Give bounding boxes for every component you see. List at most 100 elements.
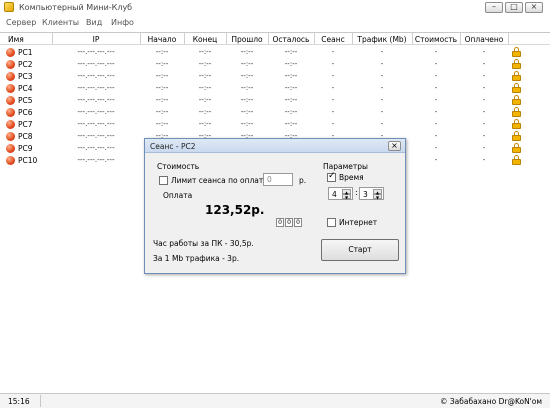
rate-traffic-note: За 1 Mb трафика - 3р. <box>153 254 240 263</box>
col-end[interactable]: Конец <box>184 35 226 44</box>
lock-icon[interactable] <box>512 71 521 81</box>
spin-down-icon[interactable]: ▼ <box>373 194 382 200</box>
table-row[interactable]: PC3 ---.---.---.--- --:-- --:-- --:-- --… <box>0 70 550 82</box>
spin-down-icon[interactable]: ▼ <box>342 194 351 200</box>
maximize-button[interactable]: □ <box>505 2 523 13</box>
table-row[interactable]: PC7 ---.---.---.--- --:-- --:-- --:-- --… <box>0 118 550 130</box>
col-ip[interactable]: IP <box>52 35 140 44</box>
table-row[interactable]: PC1 ---.---.---.--- --:-- --:-- --:-- --… <box>0 46 550 58</box>
cell-start: --:-- <box>155 120 169 128</box>
cell-cost: - <box>434 156 438 164</box>
mini-button-2[interactable]: 0 <box>285 218 293 227</box>
limit-checkbox[interactable] <box>159 176 168 185</box>
lock-icon[interactable] <box>512 143 521 153</box>
table-row[interactable]: PC2 ---.---.---.--- --:-- --:-- --:-- --… <box>0 58 550 70</box>
cell-elapsed: --:-- <box>240 60 254 68</box>
cell-elapsed: --:-- <box>240 120 254 128</box>
cell-ip: ---.---.---.--- <box>77 132 115 140</box>
cell-cost: - <box>434 120 438 128</box>
payment-amount: 123,52р. <box>205 203 265 217</box>
pc-name: PC2 <box>18 60 33 69</box>
menu-clients[interactable]: Клиенты <box>42 18 79 27</box>
col-elapsed[interactable]: Прошло <box>226 35 268 44</box>
cell-start: --:-- <box>155 48 169 56</box>
pc-name: PC9 <box>18 144 33 153</box>
cell-paid: - <box>482 84 486 92</box>
close-button[interactable]: × <box>525 2 543 13</box>
cell-session: - <box>331 48 335 56</box>
lock-icon[interactable] <box>512 131 521 141</box>
pc-status-icon <box>6 108 15 117</box>
cell-elapsed: --:-- <box>240 84 254 92</box>
mini-button-1[interactable]: 0 <box>276 218 284 227</box>
pc-status-icon <box>6 84 15 93</box>
cell-paid: - <box>482 108 486 116</box>
cell-cost: - <box>434 144 438 152</box>
pc-name: PC5 <box>18 96 33 105</box>
lock-icon[interactable] <box>512 47 521 57</box>
lock-icon[interactable] <box>512 95 521 105</box>
lock-icon[interactable] <box>512 155 521 165</box>
cell-cost: - <box>434 132 438 140</box>
cell-remaining: --:-- <box>284 84 298 92</box>
cell-ip: ---.---.---.--- <box>77 156 115 164</box>
close-icon: × <box>391 141 398 150</box>
limit-input[interactable]: 0 <box>263 173 293 186</box>
col-name[interactable]: Имя <box>8 35 24 44</box>
params-group-label: Параметры <box>323 162 368 171</box>
time-checkbox[interactable] <box>327 171 336 182</box>
mini-button-3[interactable]: 0 <box>294 218 302 227</box>
table-row[interactable]: PC4 ---.---.---.--- --:-- --:-- --:-- --… <box>0 82 550 94</box>
rate-pc-note: Час работы за ПК - 30,5р. <box>153 239 254 248</box>
minutes-spinner[interactable]: 3 ▲ ▼ <box>359 187 384 200</box>
cell-cost: - <box>434 60 438 68</box>
cell-session: - <box>331 108 335 116</box>
limit-unit: р. <box>299 176 307 185</box>
pc-status-icon <box>6 120 15 129</box>
dialog-close-button[interactable]: × <box>388 141 401 151</box>
limit-label: Лимит сеанса по оплате: <box>171 176 271 185</box>
cell-cost: - <box>434 96 438 104</box>
cell-traffic: - <box>380 72 384 80</box>
pc-name: PC3 <box>18 72 33 81</box>
cell-traffic: - <box>380 84 384 92</box>
lock-icon[interactable] <box>512 59 521 69</box>
minimize-button[interactable]: – <box>485 2 503 13</box>
lock-icon[interactable] <box>512 83 521 93</box>
hours-spinner[interactable]: 4 ▲ ▼ <box>328 187 353 200</box>
col-session[interactable]: Сеанс <box>314 35 352 44</box>
cell-traffic: - <box>380 96 384 104</box>
cell-end: --:-- <box>198 108 212 116</box>
menu-server[interactable]: Сервер <box>6 18 36 27</box>
status-bar: 15:16 © Забабахано Dr@KoN'ом <box>0 393 550 408</box>
col-paid[interactable]: Оплачено <box>460 35 508 44</box>
col-start[interactable]: Начало <box>140 35 184 44</box>
pc-status-icon <box>6 48 15 57</box>
cell-remaining: --:-- <box>284 60 298 68</box>
cell-traffic: - <box>380 48 384 56</box>
minutes-value: 3 <box>363 190 368 199</box>
table-row[interactable]: PC5 ---.---.---.--- --:-- --:-- --:-- --… <box>0 94 550 106</box>
minimize-icon: – <box>492 2 496 11</box>
start-button[interactable]: Старт <box>321 239 399 261</box>
cell-ip: ---.---.---.--- <box>77 96 115 104</box>
menu-info[interactable]: Инфо <box>111 18 134 27</box>
cell-start: --:-- <box>155 60 169 68</box>
cell-traffic: - <box>380 108 384 116</box>
table-row[interactable]: PC6 ---.---.---.--- --:-- --:-- --:-- --… <box>0 106 550 118</box>
hours-value: 4 <box>332 190 337 199</box>
menu-view[interactable]: Вид <box>86 18 102 27</box>
col-traffic[interactable]: Трафик (Mb) <box>352 35 412 44</box>
table-header: Имя IP Начало Конец Прошло Осталось Сеан… <box>0 33 550 45</box>
cell-paid: - <box>482 120 486 128</box>
col-remaining[interactable]: Осталось <box>268 35 314 44</box>
pc-status-icon <box>6 96 15 105</box>
cell-traffic: - <box>380 60 384 68</box>
lock-icon[interactable] <box>512 119 521 129</box>
pc-status-icon <box>6 156 15 165</box>
time-label: Время <box>339 173 364 182</box>
close-icon: × <box>530 2 538 11</box>
internet-checkbox[interactable] <box>327 218 336 227</box>
col-cost[interactable]: Стоимость <box>412 35 460 44</box>
lock-icon[interactable] <box>512 107 521 117</box>
